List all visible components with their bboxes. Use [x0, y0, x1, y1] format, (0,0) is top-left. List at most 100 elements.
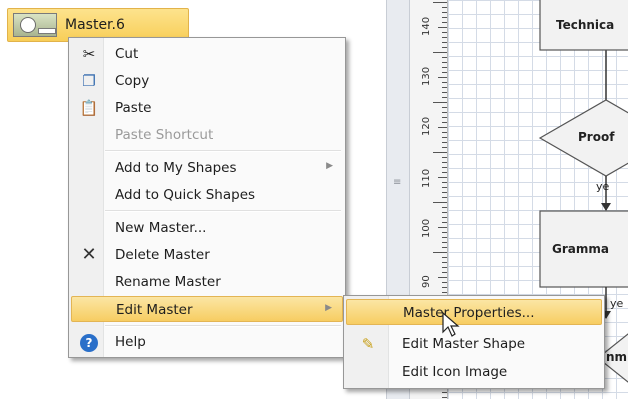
ruler-tick: [438, 77, 447, 78]
ruler-tick: [442, 232, 447, 233]
ruler-tick: [442, 117, 447, 118]
ruler-tick: [433, 152, 447, 153]
menu-item-new-master[interactable]: New Master...: [71, 215, 343, 241]
menu-item-delete-master[interactable]: ✕ Delete Master: [71, 242, 343, 268]
ruler-tick: [442, 282, 447, 283]
submenu-arrow-icon: ▶: [325, 303, 332, 313]
ruler-tick: [433, 102, 447, 103]
menu-item-edit-icon-image[interactable]: Edit Icon Image: [346, 359, 602, 385]
ruler-tick: [438, 227, 447, 228]
ruler-tick: [442, 107, 447, 108]
ruler-tick: [442, 292, 447, 293]
menu-item-paste[interactable]: 📋 Paste: [71, 95, 343, 121]
ruler-tick: [442, 112, 447, 113]
splitter-grip-icon[interactable]: ≡: [393, 177, 402, 188]
ruler-tick: [442, 392, 447, 393]
ruler-tick: [442, 192, 447, 193]
ruler-tick: [442, 187, 447, 188]
help-icon: ?: [79, 332, 99, 352]
ruler-tick: [442, 197, 447, 198]
ruler-tick: [442, 287, 447, 288]
ruler-tick: [442, 242, 447, 243]
menu-item-add-to-quick-shapes[interactable]: Add to Quick Shapes: [71, 182, 343, 208]
mouse-pointer-icon: [442, 312, 460, 337]
ruler-tick: [442, 142, 447, 143]
decision-shape-label: Proof: [578, 130, 615, 144]
ruler-label: 100: [421, 218, 432, 238]
ruler-label: 110: [421, 168, 432, 188]
decision-shape-label: nm: [606, 350, 628, 364]
master-thumbnail-icon: [13, 13, 57, 37]
submenu-arrow-icon: ▶: [326, 161, 333, 171]
ruler-tick: [442, 212, 447, 213]
context-menu: ✂ Cut ❐ Copy 📋 Paste Paste Shortcut Add …: [68, 37, 346, 358]
ruler-tick: [433, 202, 447, 203]
ruler-tick: [442, 262, 447, 263]
ruler-tick: [442, 167, 447, 168]
ruler-tick: [442, 7, 447, 8]
copy-icon: ❐: [82, 72, 96, 90]
menu-item-master-properties[interactable]: Master Properties...: [346, 299, 602, 325]
ruler-tick: [442, 137, 447, 138]
ruler-tick: [442, 257, 447, 258]
ruler-tick: [442, 87, 447, 88]
scissors-icon: ✂: [82, 45, 96, 63]
ruler-tick: [438, 177, 447, 178]
menu-item-cut[interactable]: ✂ Cut: [71, 41, 343, 67]
ruler-tick: [442, 42, 447, 43]
ruler-label: 140: [421, 16, 432, 36]
ruler-tick: [438, 27, 447, 28]
menu-item-add-to-my-shapes[interactable]: Add to My Shapes ▶: [71, 155, 343, 181]
connector-label: ye: [596, 180, 610, 193]
menu-item-copy[interactable]: ❐ Copy: [71, 68, 343, 94]
menu-item-edit-master[interactable]: Edit Master ▶: [71, 296, 343, 322]
ruler-tick: [442, 267, 447, 268]
connector-label: ye: [610, 297, 624, 310]
ruler-tick: [438, 127, 447, 128]
ruler-tick: [442, 12, 447, 13]
menu-item-help[interactable]: ? Help: [71, 329, 343, 355]
ruler-tick: [442, 67, 447, 68]
ruler-tick: [433, 52, 447, 53]
menu-item-edit-master-shape[interactable]: ✎ Edit Master Shape: [346, 331, 602, 357]
paste-icon: 📋: [79, 99, 99, 117]
ruler-tick: [442, 397, 447, 398]
ruler-tick: [442, 37, 447, 38]
edit-master-submenu: Master Properties... ✎ Edit Master Shape…: [343, 295, 605, 389]
ruler-tick: [442, 222, 447, 223]
ruler-tick: [442, 237, 447, 238]
process-shape-label: Technica: [556, 18, 615, 32]
ruler-tick: [442, 132, 447, 133]
ruler-tick: [442, 82, 447, 83]
ruler-tick: [433, 252, 447, 253]
ruler-tick: [442, 172, 447, 173]
ruler-tick: [442, 47, 447, 48]
ruler-tick: [442, 122, 447, 123]
ruler-tick: [442, 97, 447, 98]
ruler-tick: [442, 92, 447, 93]
ruler-tick: [442, 217, 447, 218]
menu-item-rename-master[interactable]: Rename Master: [71, 269, 343, 295]
ruler-tick: [442, 72, 447, 73]
ruler-tick: [442, 62, 447, 63]
ruler-tick: [442, 247, 447, 248]
ruler-tick: [442, 147, 447, 148]
ruler-label: 120: [421, 116, 432, 136]
edit-shape-icon: ✎: [361, 335, 375, 353]
ruler-tick: [442, 32, 447, 33]
ruler-tick: [442, 22, 447, 23]
ruler-tick: [442, 57, 447, 58]
ruler-tick: [442, 182, 447, 183]
delete-x-icon: ✕: [81, 244, 97, 265]
ruler-tick: [433, 2, 447, 3]
process-shape-label: Gramma: [552, 242, 609, 256]
ruler-tick: [438, 277, 447, 278]
menu-item-paste-shortcut: Paste Shortcut: [115, 127, 214, 143]
ruler-tick: [442, 162, 447, 163]
ruler-tick: [442, 272, 447, 273]
ruler-tick: [442, 207, 447, 208]
ruler-tick: [442, 157, 447, 158]
ruler-tick: [442, 17, 447, 18]
master-label: Master.6: [65, 17, 125, 33]
ruler-label: 130: [421, 66, 432, 86]
